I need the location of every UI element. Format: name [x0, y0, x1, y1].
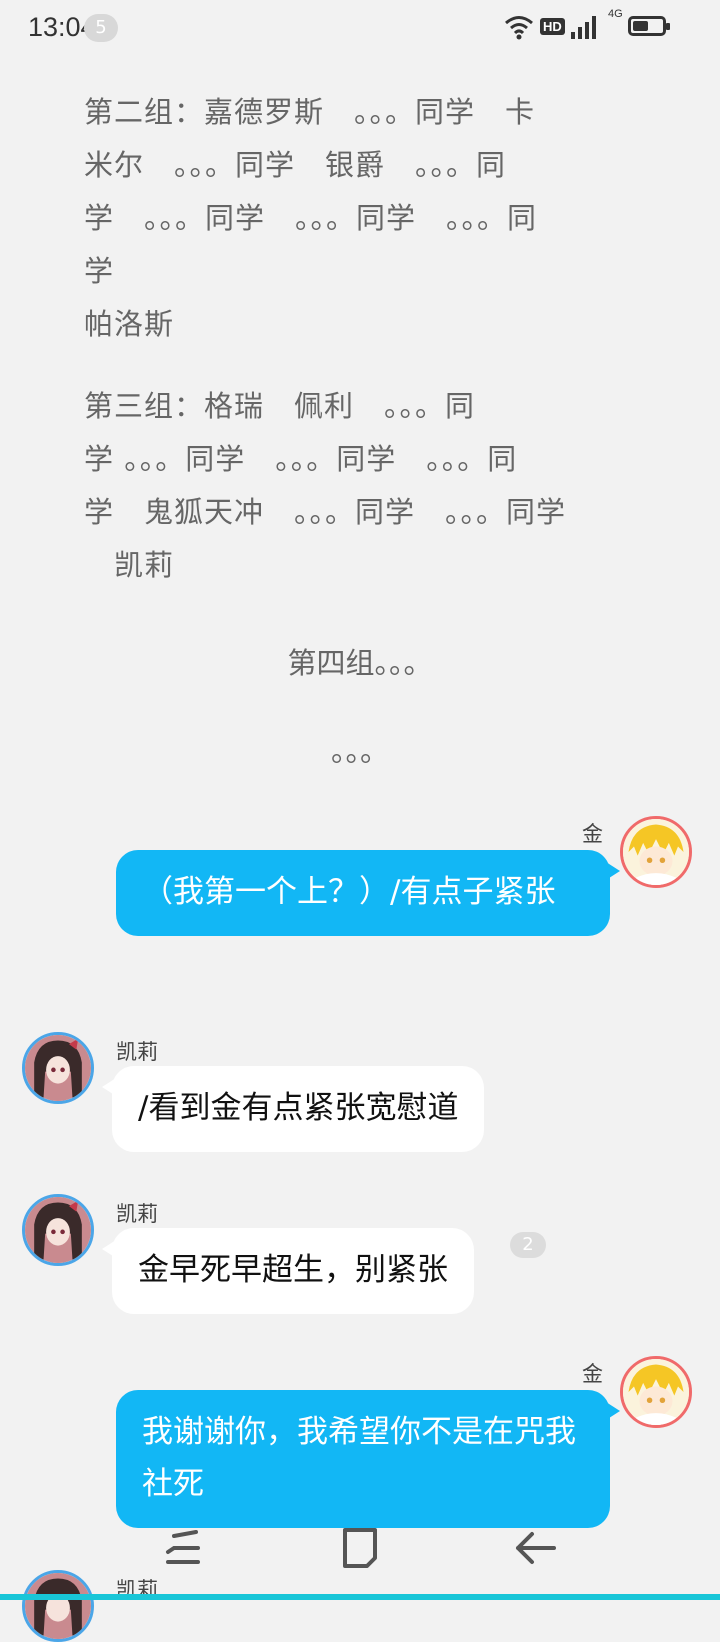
narration-ellipsis: 。。。: [330, 734, 389, 768]
battery-icon: [628, 16, 670, 36]
message-count-badge: 2: [510, 1232, 546, 1258]
signal-icon: [571, 16, 596, 39]
narration-group-2: 第二组：嘉德罗斯 。。。同学 卡 米尔 。。。同学 银爵 。。。同 学 。。。同…: [84, 86, 624, 351]
narration-line: 学 。。。同学 。。。同学 。。。同: [84, 201, 538, 235]
battery-level-fill: [633, 21, 648, 31]
narration-group-3: 第三组：格瑞 佩利 。。。同 学 。。。同学 。。。同学 。。。同 学 鬼狐天冲…: [84, 380, 624, 592]
narration-line: 第三组：格瑞 佩利 。。。同: [84, 389, 476, 423]
menu-icon[interactable]: [160, 1522, 210, 1572]
status-bar: 13:04 5 HD 4G: [0, 0, 720, 56]
narration-line: 帕洛斯: [84, 307, 175, 341]
kaili-avatar[interactable]: [22, 1032, 94, 1104]
kin-avatar[interactable]: [620, 816, 692, 888]
sender-name: 凯莉: [116, 1202, 158, 1226]
back-icon[interactable]: [510, 1522, 560, 1572]
home-icon[interactable]: [335, 1522, 385, 1572]
narration-line: 米尔 。。。同学 银爵 。。。同: [84, 148, 507, 182]
sender-name: 凯莉: [116, 1040, 158, 1064]
wifi-icon: [505, 16, 533, 40]
kin-avatar[interactable]: [620, 1356, 692, 1428]
notification-count-badge: 5: [84, 14, 118, 42]
narration-line: 学 。。。同学 。。。同学 。。。同: [84, 442, 518, 476]
hd-badge: HD: [540, 18, 565, 35]
navigation-bar: [0, 1500, 720, 1600]
narration-line: 学 鬼狐天冲 。。。同学 。。。同学: [84, 495, 567, 529]
narration-line: 学: [84, 254, 115, 288]
message-bubble[interactable]: /看到金有点紧张宽慰道: [101, 1066, 485, 1152]
message-bubble[interactable]: 金早死早超生，别紧张: [102, 1228, 474, 1314]
bottom-accent-strip: [0, 1594, 720, 1600]
message-bubble[interactable]: （我第一个上？）/有点子紧张: [116, 850, 620, 936]
narration-line: 凯莉: [84, 548, 175, 582]
narration-line: 第二组：嘉德罗斯 。。。同学 卡: [84, 95, 536, 129]
sender-name: 金: [582, 1362, 603, 1386]
kaili-avatar[interactable]: [22, 1194, 94, 1266]
narration-group-4: 第四组。。。: [287, 646, 433, 680]
sender-name: 金: [582, 822, 603, 846]
network-type-label: 4G: [608, 8, 623, 20]
